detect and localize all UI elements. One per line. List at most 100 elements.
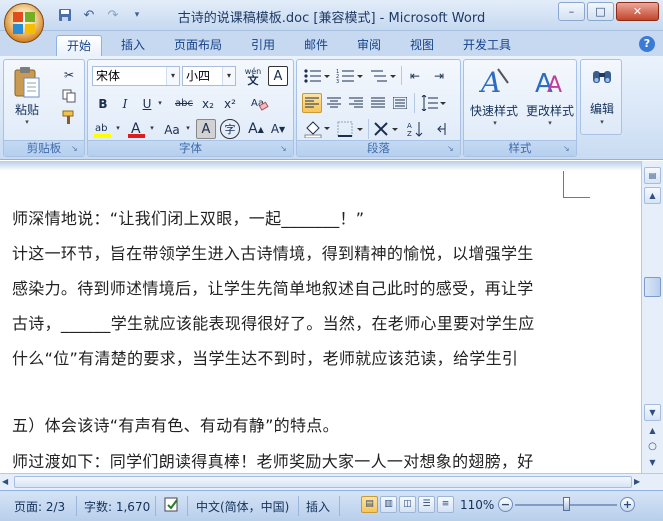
zoom-in-icon[interactable]: + bbox=[620, 497, 635, 512]
show-marks-icon[interactable] bbox=[430, 119, 452, 139]
copy-icon[interactable] bbox=[59, 86, 79, 105]
tab-view[interactable]: 视图 bbox=[402, 35, 442, 56]
chevron-down-icon[interactable]: ▾ bbox=[148, 123, 156, 133]
quick-styles-icon[interactable]: A bbox=[478, 64, 512, 100]
paragraph-dialog-launcher[interactable]: ↘ bbox=[447, 144, 457, 154]
office-button[interactable] bbox=[4, 3, 44, 43]
align-right-icon[interactable] bbox=[346, 93, 366, 113]
change-styles-button[interactable]: 更改样式 bbox=[522, 102, 578, 118]
character-border-icon[interactable]: A bbox=[268, 66, 288, 86]
superscript-button[interactable]: x² bbox=[220, 94, 240, 113]
insert-mode-indicator[interactable]: 插入 bbox=[306, 498, 330, 515]
full-screen-reading-view-icon[interactable]: ▥ bbox=[380, 496, 397, 513]
draft-view-icon[interactable]: ≡ bbox=[437, 496, 454, 513]
proofing-icon[interactable] bbox=[163, 496, 181, 514]
doc-line: 什么“位”有清楚的要求，当学生达不到时，老师就应该范读，给学生引 bbox=[12, 349, 519, 368]
font-color-icon[interactable]: A bbox=[126, 118, 148, 140]
quick-styles-button[interactable]: 快速样式 bbox=[466, 102, 522, 118]
zoom-out-icon[interactable]: − bbox=[498, 497, 513, 512]
grow-font-icon[interactable]: A ▲ bbox=[246, 118, 266, 140]
bold-button[interactable]: B bbox=[93, 94, 113, 113]
minimize-button[interactable]: – bbox=[558, 2, 585, 21]
shrink-font-icon[interactable]: A ▼ bbox=[268, 118, 288, 140]
asian-layout-icon[interactable] bbox=[372, 119, 402, 139]
chevron-down-icon[interactable]: ▾ bbox=[545, 119, 555, 127]
chevron-down-icon[interactable]: ▾ bbox=[184, 123, 192, 133]
tab-developer[interactable]: 开发工具 bbox=[455, 35, 519, 56]
horizontal-scroll-thumb[interactable] bbox=[14, 476, 632, 488]
subscript-button[interactable]: x₂ bbox=[198, 94, 218, 113]
clipboard-group: 粘贴 ▾ ✂ 剪贴板 ↘ bbox=[3, 59, 85, 157]
multilevel-list-icon[interactable] bbox=[368, 66, 398, 85]
strikethrough-button[interactable]: abc bbox=[172, 94, 196, 113]
font-dialog-launcher[interactable]: ↘ bbox=[280, 144, 290, 154]
tab-home[interactable]: 开始 bbox=[56, 35, 102, 56]
format-painter-icon[interactable] bbox=[59, 107, 79, 126]
font-size-select[interactable]: 小四 ▾ bbox=[182, 66, 236, 86]
font-group: 宋体 ▾ 小四 ▾ wén 文 A B I U ▾ abc x₂ x² Aa ab ▾… bbox=[87, 59, 294, 157]
clipboard-dialog-launcher[interactable]: ↘ bbox=[71, 144, 81, 154]
tab-insert[interactable]: 插入 bbox=[113, 35, 153, 56]
tab-page-layout[interactable]: 页面布局 bbox=[166, 35, 230, 56]
maximize-button[interactable]: □ bbox=[587, 2, 614, 21]
chevron-down-icon[interactable]: ▾ bbox=[597, 118, 607, 126]
ruler-toggle-icon[interactable]: ▤ bbox=[644, 167, 661, 184]
borders-icon[interactable] bbox=[335, 119, 365, 139]
tab-references[interactable]: 引用 bbox=[243, 35, 283, 56]
increase-indent-icon[interactable]: ⇥ bbox=[429, 66, 449, 85]
cut-icon[interactable]: ✂ bbox=[59, 65, 79, 84]
align-center-icon[interactable] bbox=[324, 93, 344, 113]
change-case-button[interactable]: Aa bbox=[160, 120, 184, 139]
web-layout-view-icon[interactable]: ◫ bbox=[399, 496, 416, 513]
phonetic-guide-icon[interactable]: wén 文 bbox=[241, 65, 265, 87]
paste-button[interactable]: 粘贴 bbox=[13, 101, 41, 117]
previous-page-icon[interactable]: ▲ bbox=[644, 423, 661, 440]
align-left-icon[interactable] bbox=[302, 93, 322, 113]
scroll-down-icon[interactable]: ▼ bbox=[644, 404, 661, 421]
distributed-icon[interactable] bbox=[390, 93, 410, 113]
highlight-icon[interactable]: ab bbox=[92, 118, 114, 140]
change-styles-icon[interactable]: AA bbox=[532, 64, 568, 100]
close-button[interactable]: ✕ bbox=[616, 2, 659, 21]
scroll-left-icon[interactable]: ◀ bbox=[2, 477, 8, 486]
chevron-down-icon[interactable]: ▾ bbox=[114, 123, 122, 133]
browse-object-icon[interactable]: ○ bbox=[644, 439, 661, 456]
language-indicator[interactable]: 中文(简体，中国) bbox=[196, 498, 289, 515]
underline-button[interactable]: U bbox=[137, 94, 157, 113]
chevron-down-icon[interactable]: ▾ bbox=[490, 119, 500, 127]
page-count[interactable]: 页面: 2/3 bbox=[14, 498, 65, 515]
zoom-slider-thumb[interactable] bbox=[563, 497, 570, 511]
scroll-right-icon[interactable]: ▶ bbox=[634, 477, 640, 486]
line-spacing-icon[interactable] bbox=[418, 93, 448, 113]
zoom-level[interactable]: 110% bbox=[460, 498, 494, 512]
word-count[interactable]: 字数: 1,670 bbox=[84, 498, 150, 515]
print-layout-view-icon[interactable]: ▤ bbox=[361, 496, 378, 513]
chevron-down-icon[interactable]: ▾ bbox=[156, 98, 164, 108]
justify-icon[interactable] bbox=[368, 93, 388, 113]
chevron-down-icon[interactable]: ▾ bbox=[22, 118, 32, 126]
tab-review[interactable]: 审阅 bbox=[349, 35, 389, 56]
binoculars-icon[interactable] bbox=[589, 64, 615, 88]
decrease-indent-icon[interactable]: ⇤ bbox=[405, 66, 425, 85]
next-page-icon[interactable]: ▼ bbox=[644, 455, 661, 472]
scroll-thumb[interactable] bbox=[644, 277, 661, 297]
document-area[interactable]: 师深情地说：“让我们闭上双眼，一起_______！” 计这一环节，旨在带领学生进… bbox=[0, 161, 641, 473]
bullets-icon[interactable] bbox=[302, 66, 332, 85]
shading-icon[interactable] bbox=[302, 119, 332, 139]
clear-formatting-icon[interactable]: Aa bbox=[248, 93, 270, 113]
numbering-icon[interactable]: 123 bbox=[335, 66, 365, 85]
paste-icon[interactable] bbox=[10, 64, 44, 102]
enclose-characters-button[interactable]: 字 bbox=[220, 119, 240, 139]
italic-button[interactable]: I bbox=[115, 94, 135, 113]
styles-dialog-launcher[interactable]: ↘ bbox=[563, 144, 573, 154]
help-icon[interactable]: ? bbox=[639, 36, 655, 52]
font-name-select[interactable]: 宋体 ▾ bbox=[92, 66, 180, 86]
sort-icon[interactable]: AZ bbox=[405, 119, 427, 139]
outline-view-icon[interactable]: ☰ bbox=[418, 496, 435, 513]
editing-button[interactable]: 编辑 bbox=[583, 100, 621, 116]
horizontal-scrollbar[interactable]: ◀ ▶ bbox=[0, 473, 663, 490]
tab-mailings[interactable]: 邮件 bbox=[296, 35, 336, 56]
vertical-scrollbar[interactable]: ▤ ▲ ▼ ▲ ○ ▼ bbox=[641, 161, 663, 473]
character-shading-button[interactable]: A bbox=[196, 119, 216, 139]
scroll-up-icon[interactable]: ▲ bbox=[644, 187, 661, 204]
